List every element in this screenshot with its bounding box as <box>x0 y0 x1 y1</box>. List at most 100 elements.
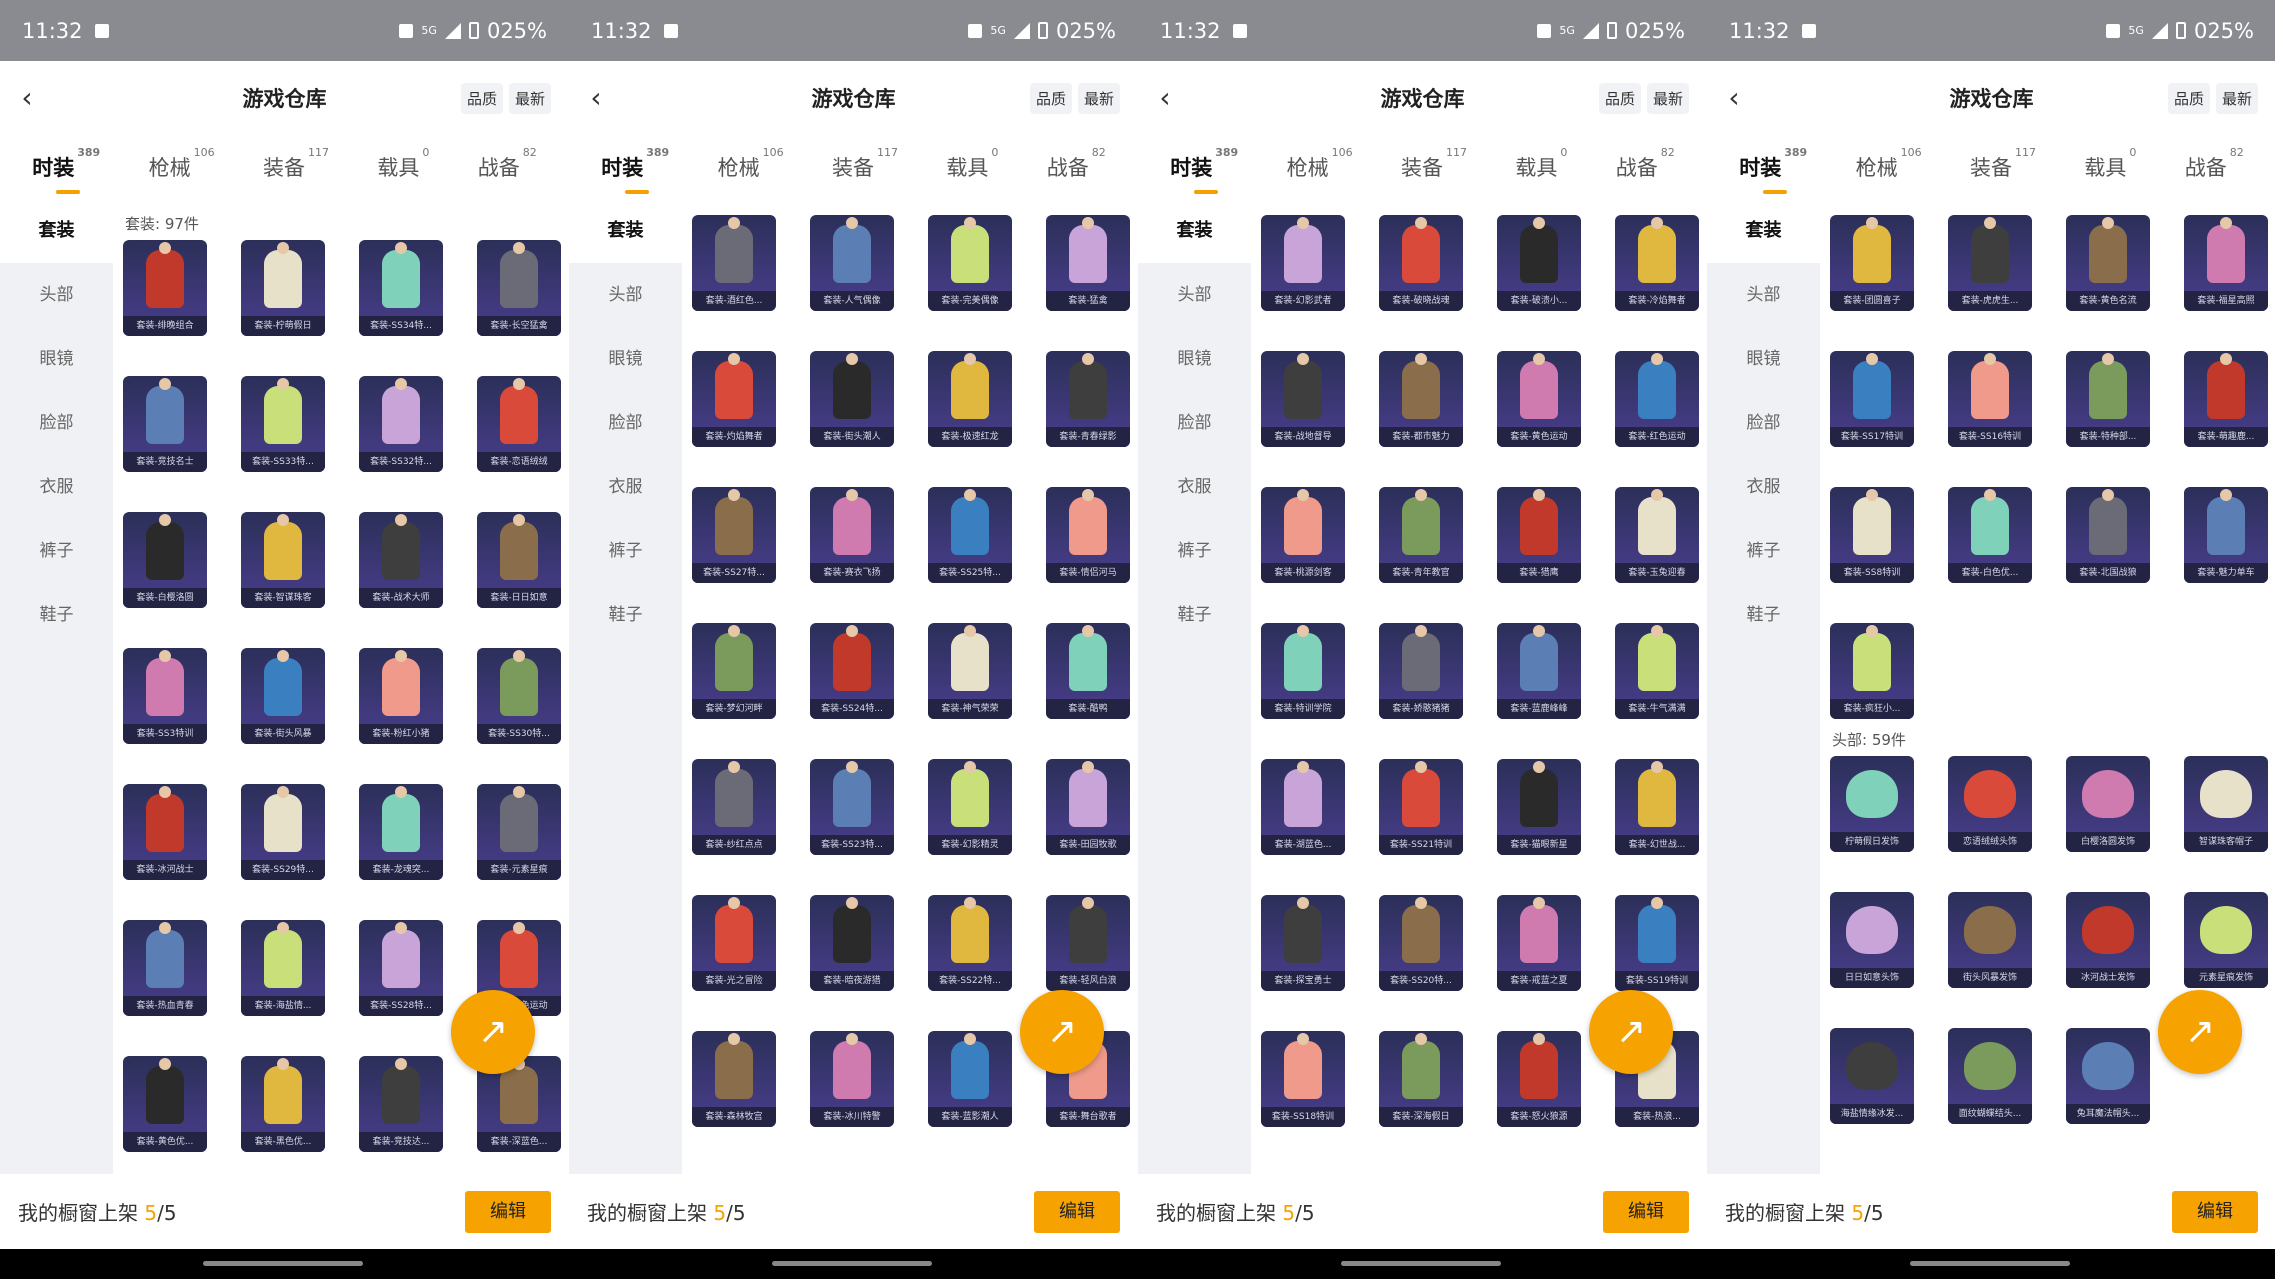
tab-4[interactable]: 战备 82 <box>1047 146 1106 182</box>
outfit-item[interactable]: 套装-梦幻河畔 <box>692 623 776 719</box>
outfit-item[interactable]: 套装-SS16特训 <box>1948 351 2032 447</box>
outfit-item[interactable]: 套装-疯狂小... <box>1830 623 1914 719</box>
outfit-item[interactable]: 套装-青春绿影 <box>1046 351 1130 447</box>
outfit-item[interactable]: 套装-恋语绒绒 <box>477 376 561 472</box>
outfit-item[interactable]: 套装-SS33特... <box>241 376 325 472</box>
outfit-item[interactable]: 套装-街头风暴 <box>241 648 325 744</box>
sidebar-item[interactable]: 衣服 <box>1138 455 1251 519</box>
outfit-item[interactable]: 套装-绯晚组合 <box>123 240 207 336</box>
tab-1[interactable]: 枪械 106 <box>718 146 784 182</box>
head-item[interactable]: 海盐情缘冰发... <box>1830 1028 1914 1124</box>
outfit-item[interactable]: 套装-猛禽 <box>1046 215 1130 311</box>
outfit-item[interactable]: 套装-灼焰舞者 <box>692 351 776 447</box>
head-item[interactable]: 白樱洛圆发饰 <box>2066 756 2150 852</box>
share-button[interactable]: ↗ <box>1589 990 1673 1074</box>
home-indicator[interactable] <box>203 1261 363 1266</box>
outfit-item[interactable]: 套装-SS23特... <box>810 759 894 855</box>
sidebar-item[interactable]: 脸部 <box>0 391 113 455</box>
tab-0[interactable]: 时装 389 <box>1170 146 1238 194</box>
outfit-item[interactable]: 套装-SS21特训 <box>1379 759 1463 855</box>
outfit-item[interactable]: 套装-幻影武者 <box>1261 215 1345 311</box>
outfit-item[interactable]: 套装-元素星痕 <box>477 784 561 880</box>
outfit-item[interactable]: 套装-黄色运动 <box>1497 351 1581 447</box>
head-item[interactable]: 恋语绒绒头饰 <box>1948 756 2032 852</box>
outfit-item[interactable]: 套装-红色运动 <box>1615 351 1699 447</box>
sidebar-item[interactable]: 眼镜 <box>1707 327 1820 391</box>
outfit-item[interactable]: 套装-热血青春 <box>123 920 207 1016</box>
sidebar-item[interactable]: 头部 <box>1138 263 1251 327</box>
outfit-item[interactable]: 套装-SS28特... <box>359 920 443 1016</box>
outfit-item[interactable]: 套装-SS34特... <box>359 240 443 336</box>
outfit-item[interactable]: 套装-极速红龙 <box>928 351 1012 447</box>
sort-latest-button[interactable]: 最新 <box>508 83 551 114</box>
tab-2[interactable]: 装备 117 <box>832 146 898 182</box>
outfit-item[interactable]: 套装-青年教官 <box>1379 487 1463 583</box>
outfit-item[interactable]: 套装-黄色名流 <box>2066 215 2150 311</box>
sort-latest-button[interactable]: 最新 <box>2215 83 2258 114</box>
tab-2[interactable]: 装备 117 <box>1970 146 2036 182</box>
tab-4[interactable]: 战备 82 <box>2185 146 2244 182</box>
home-indicator[interactable] <box>772 1261 932 1266</box>
outfit-item[interactable]: 套装-SS20特... <box>1379 895 1463 991</box>
head-item[interactable]: 冰河战士发饰 <box>2066 892 2150 988</box>
tab-0[interactable]: 时装 389 <box>1739 146 1807 194</box>
outfit-item[interactable]: 套装-纱红点点 <box>692 759 776 855</box>
sidebar-item[interactable]: 脸部 <box>569 391 682 455</box>
share-button[interactable]: ↗ <box>2158 990 2242 1074</box>
tab-3[interactable]: 载具 0 <box>946 146 998 182</box>
outfit-item[interactable]: 套装-虎虎生... <box>1948 215 2032 311</box>
share-button[interactable]: ↗ <box>1020 990 1104 1074</box>
outfit-item[interactable]: 套装-幻世战... <box>1615 759 1699 855</box>
sort-quality-button[interactable]: 品质 <box>1029 83 1072 114</box>
sort-quality-button[interactable]: 品质 <box>1598 83 1641 114</box>
outfit-item[interactable]: 套装-智谋珠客 <box>241 512 325 608</box>
outfit-item[interactable]: 套装-SS29特... <box>241 784 325 880</box>
sidebar-item[interactable]: 衣服 <box>569 455 682 519</box>
sidebar-item[interactable]: 裤子 <box>1707 519 1820 583</box>
tab-1[interactable]: 枪械 106 <box>149 146 215 182</box>
outfit-item[interactable]: 套装-猎鹰 <box>1497 487 1581 583</box>
outfit-item[interactable]: 套装-街头潮人 <box>810 351 894 447</box>
sidebar-item[interactable]: 鞋子 <box>1707 583 1820 647</box>
outfit-item[interactable]: 套装-团圆喜子 <box>1830 215 1914 311</box>
outfit-item[interactable]: 套装-玉兔迎春 <box>1615 487 1699 583</box>
outfit-item[interactable]: 套装-光之冒险 <box>692 895 776 991</box>
outfit-item[interactable]: 套装-冰河战士 <box>123 784 207 880</box>
outfit-item[interactable]: 套装-怒火狼源 <box>1497 1031 1581 1127</box>
head-item[interactable]: 智谋珠客帽子 <box>2184 756 2268 852</box>
outfit-item[interactable]: 套装-SS32特... <box>359 376 443 472</box>
sidebar-item[interactable]: 套装 <box>1138 199 1251 263</box>
outfit-item[interactable]: 套装-酒红色... <box>692 215 776 311</box>
outfit-item[interactable]: 套装-粉红小猪 <box>359 648 443 744</box>
head-item[interactable]: 街头风暴发饰 <box>1948 892 2032 988</box>
share-button[interactable]: ↗ <box>451 990 535 1074</box>
sidebar-item[interactable]: 套装 <box>569 199 682 263</box>
edit-button[interactable]: 编辑 <box>465 1190 551 1233</box>
outfit-item[interactable]: 套装-酷鸭 <box>1046 623 1130 719</box>
sidebar-item[interactable]: 裤子 <box>569 519 682 583</box>
sidebar-item[interactable]: 裤子 <box>1138 519 1251 583</box>
sort-latest-button[interactable]: 最新 <box>1077 83 1120 114</box>
outfit-item[interactable]: 套装-长空猛禽 <box>477 240 561 336</box>
sidebar-item[interactable]: 头部 <box>0 263 113 327</box>
outfit-item[interactable]: 套装-幻影精灵 <box>928 759 1012 855</box>
edit-button[interactable]: 编辑 <box>1034 1190 1120 1233</box>
outfit-item[interactable]: 套装-娇憨猪猪 <box>1379 623 1463 719</box>
outfit-item[interactable]: 套装-暗夜游猎 <box>810 895 894 991</box>
outfit-item[interactable]: 套装-深海假日 <box>1379 1031 1463 1127</box>
outfit-item[interactable]: 套装-竞技达... <box>359 1056 443 1152</box>
tab-0[interactable]: 时装 389 <box>32 146 100 194</box>
sidebar-item[interactable]: 眼镜 <box>1138 327 1251 391</box>
outfit-item[interactable]: 套装-福星高照 <box>2184 215 2268 311</box>
sort-quality-button[interactable]: 品质 <box>2167 83 2210 114</box>
sidebar-item[interactable]: 套装 <box>0 199 113 263</box>
outfit-item[interactable]: 套装-轻风白浪 <box>1046 895 1130 991</box>
outfit-item[interactable]: 套装-都市魅力 <box>1379 351 1463 447</box>
outfit-item[interactable]: 套装-SS25特... <box>928 487 1012 583</box>
outfit-item[interactable]: 套装-蓝影潮人 <box>928 1031 1012 1127</box>
outfit-item[interactable]: 套装-战地督导 <box>1261 351 1345 447</box>
outfit-item[interactable]: 套装-SS30特... <box>477 648 561 744</box>
outfit-item[interactable]: 套装-赛衣飞扬 <box>810 487 894 583</box>
outfit-item[interactable]: 套装-蓝鹿峰峰 <box>1497 623 1581 719</box>
outfit-item[interactable]: 套装-SS17特训 <box>1830 351 1914 447</box>
